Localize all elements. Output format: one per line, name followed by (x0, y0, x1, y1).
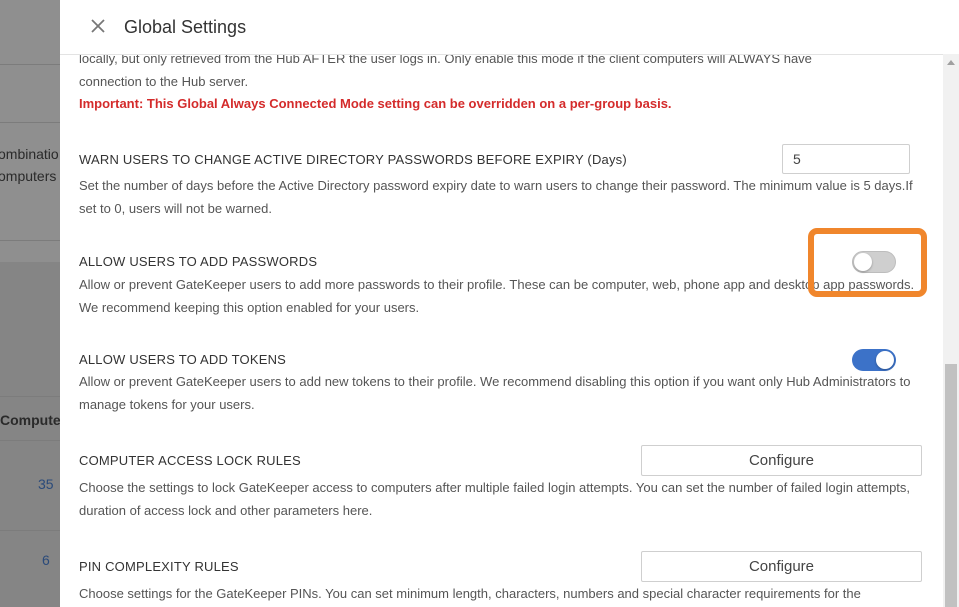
global-settings-modal: locally, but only retrieved from the Hub… (60, 0, 959, 607)
scrollbar[interactable] (943, 54, 959, 607)
background-text: ombinatio (0, 146, 59, 162)
add-passwords-toggle[interactable] (852, 251, 896, 273)
always-connected-description: locally, but only retrieved from the Hub… (79, 48, 924, 116)
lock-rules-description: Choose the settings to lock GateKeeper a… (79, 480, 911, 518)
add-tokens-description: Allow or prevent GateKeeper users to add… (79, 374, 911, 412)
lock-rules-configure-button[interactable]: Configure (641, 445, 922, 476)
background-text: omputers (0, 168, 57, 184)
pin-rules-configure-button[interactable]: Configure (641, 551, 922, 582)
warn-expiry-title: WARN USERS TO CHANGE ACTIVE DIRECTORY PA… (79, 152, 627, 167)
scroll-up-arrow-icon[interactable] (947, 60, 955, 65)
lock-rules-title: COMPUTER ACCESS LOCK RULES (79, 453, 301, 468)
warn-expiry-days-input[interactable] (782, 144, 910, 174)
background-divider (0, 122, 60, 123)
background-divider (0, 64, 60, 65)
background-table (0, 262, 60, 607)
add-passwords-description: Allow or prevent GateKeeper users to add… (79, 277, 915, 315)
modal-title: Global Settings (124, 17, 247, 37)
pin-rules-title: PIN COMPLEXITY RULES (79, 559, 239, 574)
toggle-knob (854, 253, 872, 271)
intro-line-2: connection to the Hub server. (79, 73, 249, 89)
background-column-header: Compute (0, 412, 60, 428)
add-tokens-toggle[interactable] (852, 349, 896, 371)
modal-header: Global Settings (60, 0, 959, 55)
close-icon[interactable] (88, 16, 108, 36)
background-divider (0, 440, 60, 441)
background-divider (0, 530, 60, 531)
background-value: 35 (38, 476, 54, 492)
background-divider (0, 240, 60, 241)
background-divider (0, 396, 60, 397)
scrollbar-thumb[interactable] (945, 364, 957, 607)
important-note: Important: This Global Always Connected … (79, 96, 672, 111)
add-passwords-title: ALLOW USERS TO ADD PASSWORDS (79, 254, 318, 269)
background-page: ombinatio omputers Compute 35 6 (0, 0, 60, 607)
background-value: 6 (42, 552, 50, 568)
pin-rules-description: Choose settings for the GateKeeper PINs.… (79, 586, 861, 601)
toggle-knob (876, 351, 894, 369)
add-tokens-title: ALLOW USERS TO ADD TOKENS (79, 352, 287, 367)
warn-expiry-description: Set the number of days before the Active… (79, 178, 913, 216)
